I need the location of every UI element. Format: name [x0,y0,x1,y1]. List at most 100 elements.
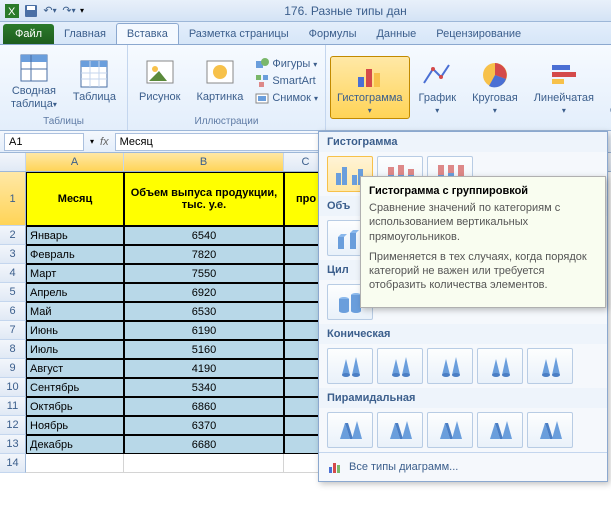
shapes-button[interactable]: Фигуры▾ [252,56,321,72]
chart-opt-pyramid-1[interactable] [377,412,423,448]
tab-formulas[interactable]: Формулы [299,24,367,44]
cell-B14[interactable] [124,454,284,473]
row-header-2[interactable]: 2 [0,226,26,245]
cell-B2[interactable]: 6540 [124,226,284,245]
row-header-10[interactable]: 10 [0,378,26,397]
cell-A6[interactable]: Май [26,302,124,321]
tab-layout[interactable]: Разметка страницы [179,24,299,44]
row-header-6[interactable]: 6 [0,302,26,321]
chart-opt-pyramid-0[interactable] [327,412,373,448]
picture-icon [144,58,176,90]
cell-B3[interactable]: 7820 [124,245,284,264]
pivot-table-icon [18,52,50,84]
pie-label: Круговая▾ [472,92,518,116]
row-header-1[interactable]: 1 [0,172,26,226]
cell-A7[interactable]: Июнь [26,321,124,340]
cell-B12[interactable]: 6370 [124,416,284,435]
cell-B9[interactable]: 4190 [124,359,284,378]
name-box[interactable]: A1 [4,133,84,151]
area-chart-button[interactable]: С областями [603,56,611,119]
cell-A4[interactable]: Март [26,264,124,283]
tooltip-text-1: Сравнение значений по категориям с испол… [369,201,597,244]
cell-A11[interactable]: Октябрь [26,397,124,416]
cell-A14[interactable] [26,454,124,473]
row-header-9[interactable]: 9 [0,359,26,378]
row-header-3[interactable]: 3 [0,245,26,264]
tab-data[interactable]: Данные [366,24,426,44]
line-chart-button[interactable]: График▾ [412,56,464,119]
cell-A9[interactable]: Август [26,359,124,378]
cell-B6[interactable]: 6530 [124,302,284,321]
row-header-11[interactable]: 11 [0,397,26,416]
smartart-button[interactable]: SmartArt [252,73,321,89]
chart-opt-pyramid-2[interactable] [427,412,473,448]
picture-button[interactable]: Рисунок [132,55,188,106]
fx-icon[interactable]: fx [100,136,109,148]
pivot-table-button[interactable]: Сводная таблица▾ [4,49,64,112]
tab-review[interactable]: Рецензирование [426,24,531,44]
row-header-5[interactable]: 5 [0,283,26,302]
cell-B13[interactable]: 6680 [124,435,284,454]
cell-A5[interactable]: Апрель [26,283,124,302]
cell-A13[interactable]: Декабрь [26,435,124,454]
cell-B7[interactable]: 6190 [124,321,284,340]
cell-A10[interactable]: Сентябрь [26,378,124,397]
all-chart-types-button[interactable]: Все типы диаграмм... [319,452,607,481]
table-button[interactable]: Таблица [66,55,123,106]
tooltip-title: Гистограмма с группировкой [369,185,597,197]
cell-B8[interactable]: 5160 [124,340,284,359]
row-header-4[interactable]: 4 [0,264,26,283]
cell-B4[interactable]: 7550 [124,264,284,283]
screenshot-button[interactable]: Снимок▾ [252,90,321,106]
tab-file[interactable]: Файл [3,24,54,44]
redo-icon[interactable]: ↷▾ [61,3,77,19]
row-header-8[interactable]: 8 [0,340,26,359]
clipart-button[interactable]: Картинка [189,55,250,106]
row-header-7[interactable]: 7 [0,321,26,340]
chart-opt-pyramid-4[interactable] [527,412,573,448]
col-header-A[interactable]: A [26,153,124,171]
row-header-12[interactable]: 12 [0,416,26,435]
group-tables-label: Таблицы [4,115,123,128]
namebox-dropdown-icon[interactable]: ▾ [90,137,94,146]
dd-row-cone [319,344,607,388]
chart-opt-pyramid-3[interactable] [477,412,523,448]
row-header-14[interactable]: 14 [0,454,26,473]
cell-A1[interactable]: Месяц [26,172,124,226]
col-header-B[interactable]: B [124,153,284,171]
cell-A3[interactable]: Февраль [26,245,124,264]
table-label: Таблица [73,91,116,103]
undo-icon[interactable]: ↶▾ [42,3,58,19]
cell-A12[interactable]: Ноябрь [26,416,124,435]
clipart-label: Картинка [196,91,243,103]
clipart-icon [204,58,236,90]
shapes-icon [255,57,269,71]
dd-section-pyramid: Пирамидальная [319,388,607,408]
tab-insert[interactable]: Вставка [116,23,179,44]
cell-B10[interactable]: 5340 [124,378,284,397]
cell-B1[interactable]: Объем выпуса продукции, тыс. у.е. [124,172,284,226]
cell-B11[interactable]: 6860 [124,397,284,416]
chart-opt-cone-1[interactable] [377,348,423,384]
chart-opt-cone-4[interactable] [527,348,573,384]
column-chart-button[interactable]: Гистограмма▾ [330,56,410,119]
select-all-corner[interactable] [0,153,26,171]
pie-chart-button[interactable]: Круговая▾ [465,56,525,119]
cell-A8[interactable]: Июль [26,340,124,359]
chart-opt-cone-3[interactable] [477,348,523,384]
chart-opt-cone-2[interactable] [427,348,473,384]
save-icon[interactable] [23,3,39,19]
smartart-icon [255,74,269,88]
chart-opt-cone-0[interactable] [327,348,373,384]
group-illus-label: Иллюстрации [132,115,321,128]
cell-A2[interactable]: Январь [26,226,124,245]
ribbon-tabs: Файл Главная Вставка Разметка страницы Ф… [0,22,611,45]
row-header-13[interactable]: 13 [0,435,26,454]
cell-B5[interactable]: 6920 [124,283,284,302]
bar-chart-button[interactable]: Линейчатая▾ [527,56,601,119]
screenshot-icon [255,91,269,105]
quick-access-toolbar: X ↶▾ ↷▾ ▾ [4,3,84,19]
line-chart-icon [421,59,453,91]
tab-home[interactable]: Главная [54,24,116,44]
column-label: Гистограмма▾ [337,92,403,116]
